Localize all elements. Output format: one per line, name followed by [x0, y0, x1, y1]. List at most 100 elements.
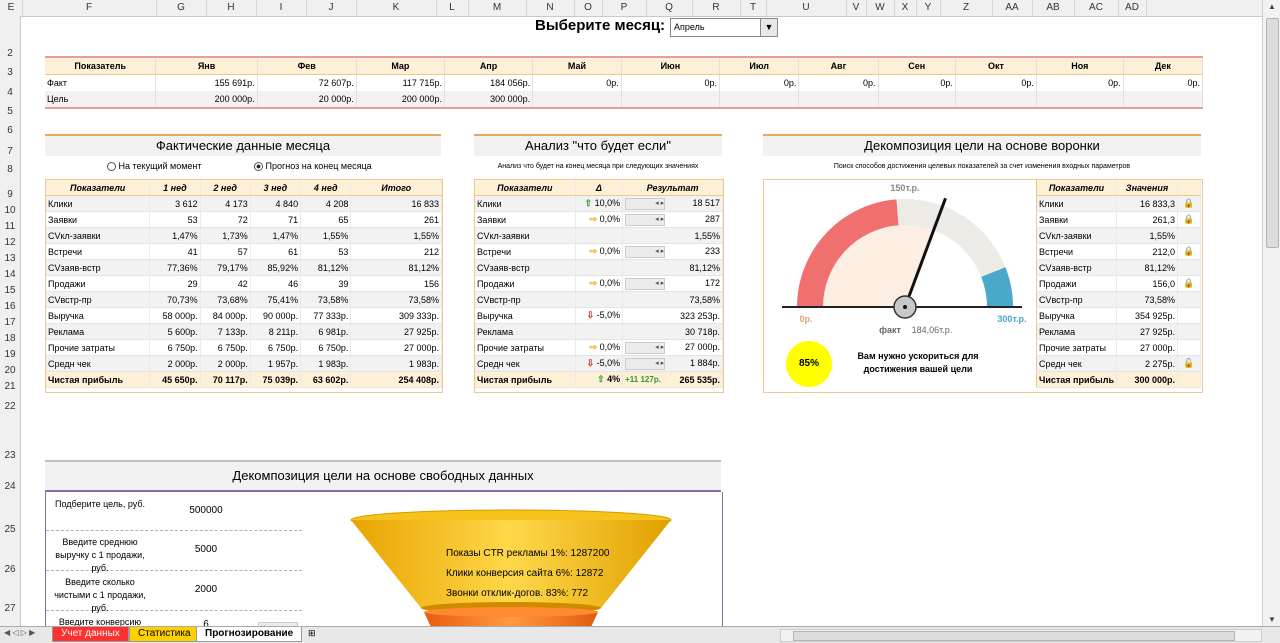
row-header[interactable]: 9: [0, 189, 20, 200]
row-header[interactable]: 17: [0, 317, 20, 328]
lock-icon[interactable]: 🔒: [1177, 275, 1202, 292]
row-header[interactable]: 12: [0, 237, 20, 248]
column-header[interactable]: J: [306, 0, 357, 16]
chevron-down-icon[interactable]: ▼: [760, 19, 777, 36]
scroll-up-icon[interactable]: ▲: [1263, 2, 1280, 11]
cone-line: Клики конверсия сайта 6%: 12872: [446, 568, 604, 579]
lock-icon[interactable]: 🔒: [1177, 195, 1202, 212]
column-header[interactable]: K: [356, 0, 437, 16]
column-header[interactable]: AC: [1074, 0, 1119, 16]
unlock-icon[interactable]: 🔓: [1177, 355, 1202, 372]
row-header[interactable]: 23: [0, 450, 20, 461]
column-header[interactable]: R: [692, 0, 741, 16]
column-header[interactable]: P: [602, 0, 647, 16]
row-header[interactable]: 11: [0, 221, 20, 232]
column-header[interactable]: U: [766, 0, 847, 16]
free-input-value[interactable]: 2000: [176, 584, 236, 595]
tab-uchet[interactable]: Учет данных: [52, 627, 129, 642]
row-header[interactable]: 16: [0, 301, 20, 312]
free-input-value[interactable]: 5000: [176, 544, 236, 555]
row-header[interactable]: 18: [0, 333, 20, 344]
row-header[interactable]: 21: [0, 381, 20, 392]
column-header[interactable]: F: [22, 0, 157, 16]
delta-cell[interactable]: ⇨ 0,0%: [575, 211, 624, 228]
new-sheet-icon[interactable]: ⊞: [308, 628, 316, 639]
row-header[interactable]: 27: [0, 603, 20, 614]
column-header[interactable]: AD: [1118, 0, 1147, 16]
column-header[interactable]: Y: [916, 0, 941, 16]
delta-cell[interactable]: ⇨ 0,0%: [575, 275, 624, 292]
spinner-control[interactable]: ◂ ▸: [625, 245, 666, 258]
row-header[interactable]: 26: [0, 564, 20, 575]
horizontal-scrollbar[interactable]: [780, 629, 1262, 642]
row-header[interactable]: 6: [0, 125, 20, 136]
delta-cell[interactable]: ⇩ -5,0%: [575, 307, 624, 324]
spinner-control[interactable]: ◂ ▸: [625, 341, 666, 354]
column-header[interactable]: N: [526, 0, 575, 16]
row-header[interactable]: 24: [0, 481, 20, 492]
column-header[interactable]: AB: [1032, 0, 1075, 16]
column-header[interactable]: AA: [992, 0, 1033, 16]
column-header[interactable]: M: [468, 0, 527, 16]
row-header[interactable]: 5: [0, 106, 20, 117]
spinner-control[interactable]: ◂ ▸: [625, 197, 666, 210]
table-cell: Заявки: [475, 211, 576, 228]
column-header[interactable]: I: [256, 0, 307, 16]
row-header[interactable]: 8: [0, 164, 20, 175]
row-header[interactable]: 22: [0, 401, 20, 412]
hscroll-thumb[interactable]: [793, 631, 1235, 641]
tab-nav-icons[interactable]: ◀ ◁ ▷ ▶: [4, 628, 35, 637]
delta-cell[interactable]: [575, 259, 624, 276]
row-header[interactable]: 13: [0, 253, 20, 264]
radio-forecast[interactable]: Прогноз на конец месяца: [254, 161, 372, 172]
delta-cell[interactable]: ⇨ 0,0%: [575, 243, 624, 260]
column-header[interactable]: H: [206, 0, 257, 16]
column-header[interactable]: E: [0, 0, 23, 16]
table-cell: 81,12%: [350, 259, 442, 276]
lock-icon[interactable]: 🔒: [1177, 243, 1202, 260]
radio-on-icon[interactable]: [254, 162, 263, 172]
radio-off-icon[interactable]: [107, 162, 116, 172]
tab-prognoz[interactable]: Прогнозирование: [196, 627, 303, 642]
row-header[interactable]: 14: [0, 269, 20, 280]
column-header[interactable]: O: [574, 0, 603, 16]
row-header[interactable]: 19: [0, 349, 20, 360]
column-header[interactable]: V: [846, 0, 867, 16]
row-header[interactable]: 25: [0, 524, 20, 535]
column-header[interactable]: Z: [940, 0, 993, 16]
delta-cell[interactable]: [575, 323, 624, 340]
row-header[interactable]: 4: [0, 87, 20, 98]
column-header[interactable]: W: [866, 0, 895, 16]
radio-current[interactable]: На текущий момент: [107, 161, 202, 172]
spinner-control[interactable]: ◂ ▸: [625, 357, 666, 370]
month-select[interactable]: Апрель ▼: [670, 18, 778, 37]
delta-cell[interactable]: [575, 291, 624, 308]
row-header[interactable]: 7: [0, 146, 20, 157]
table-cell: 200 000р.: [356, 91, 445, 109]
delta-cell[interactable]: ⇨ 0,0%: [575, 339, 624, 356]
lock-icon[interactable]: 🔒: [1177, 211, 1202, 228]
scroll-down-icon[interactable]: ▼: [1263, 615, 1280, 624]
column-header[interactable]: G: [156, 0, 207, 16]
free-input-value[interactable]: 6: [176, 619, 236, 626]
spinner-control[interactable]: ◂ ▸: [625, 277, 666, 290]
delta-cell[interactable]: ⇩ -5,0%: [575, 355, 624, 372]
column-header[interactable]: L: [436, 0, 469, 16]
free-input-value[interactable]: 500000: [176, 505, 236, 516]
column-header[interactable]: Q: [646, 0, 693, 16]
row-header[interactable]: 2: [0, 48, 20, 59]
column-header: Сен: [878, 57, 956, 75]
row-header[interactable]: 10: [0, 205, 20, 216]
tab-statistika[interactable]: Статистика: [129, 627, 200, 642]
column-header[interactable]: X: [894, 0, 917, 16]
vertical-scrollbar[interactable]: ▲ ▼: [1262, 0, 1280, 626]
delta-cell[interactable]: ⇧ 10,0%: [575, 195, 624, 212]
row-header[interactable]: 15: [0, 285, 20, 296]
scroll-thumb[interactable]: [1266, 18, 1279, 248]
spinner-control[interactable]: ◂ ▸: [625, 213, 666, 226]
delta-cell[interactable]: [575, 227, 624, 244]
table-row: Встречи 212,0 🔒: [1036, 243, 1202, 260]
row-header[interactable]: 20: [0, 365, 20, 376]
column-header[interactable]: T: [740, 0, 767, 16]
row-header[interactable]: 3: [0, 67, 20, 78]
